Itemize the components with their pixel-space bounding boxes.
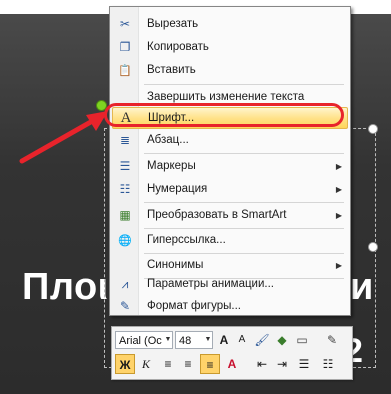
format-shape-icon: ✎	[119, 299, 131, 313]
submenu-arrow-icon: ▶	[335, 161, 343, 171]
menu-item-bullets[interactable]: ☰ Маркеры ▶	[112, 155, 348, 177]
copy-icon: ❐	[119, 40, 131, 54]
shrink-font-button[interactable]: A	[232, 330, 252, 350]
font-item-highlight-ring	[104, 103, 344, 127]
resize-handle-right[interactable]	[368, 242, 378, 252]
menu-item-copy[interactable]: ❐ Копировать	[112, 36, 348, 58]
submenu-arrow-icon: ▶	[335, 260, 343, 270]
menu-item-label: Абзац...	[147, 134, 189, 146]
format-brush-icon[interactable]: ✎	[322, 330, 342, 350]
hyperlink-icon: 🌐	[118, 234, 132, 247]
resize-handle-top-right[interactable]	[368, 124, 378, 134]
grow-font-button[interactable]: A	[214, 330, 234, 350]
outline-color-icon[interactable]: ▭	[292, 330, 312, 350]
menu-item-paste[interactable]: 📋 Вставить	[112, 59, 348, 81]
menu-item-label: Нумерация	[147, 183, 208, 195]
scissors-icon: ✂	[119, 17, 131, 31]
menu-item-label: Вставить	[147, 64, 196, 76]
red-arrow-annotation	[19, 111, 108, 164]
mini-toolbar: Arial (Ос ▼ 48 ▼ A A 🖌 ◆ ▭ ✎ Ж К ≡ ≡ ≡ A…	[111, 326, 353, 380]
menu-item-label: Формат фигуры...	[147, 300, 241, 312]
paste-icon: 📋	[118, 64, 132, 77]
menu-item-label: Преобразовать в SmartArt	[147, 209, 287, 221]
align-left-icon[interactable]: ≡	[158, 354, 178, 374]
font-name-dropdown-icon[interactable]: ▼	[163, 331, 173, 349]
menu-separator	[144, 153, 344, 154]
font-color-button[interactable]: A	[222, 354, 242, 374]
format-painter-icon[interactable]: 🖌	[252, 330, 272, 350]
bullets-icon: ☰	[119, 159, 131, 173]
menu-separator	[144, 202, 344, 203]
font-size-dropdown-icon[interactable]: ▼	[203, 331, 213, 349]
align-center-icon[interactable]: ≡	[178, 354, 198, 374]
align-right-icon[interactable]: ≡	[200, 354, 220, 374]
slide-title-fragment: Плоι	[22, 266, 109, 308]
menu-item-numbering[interactable]: ☷ Нумерация ▶	[112, 178, 348, 200]
bold-button[interactable]: Ж	[115, 354, 135, 374]
decrease-indent-icon[interactable]: ⇤	[252, 354, 272, 374]
menu-separator	[144, 84, 344, 85]
menu-item-paragraph[interactable]: ≣ Абзац...	[112, 129, 348, 151]
menu-item-hyperlink[interactable]: 🌐 Гиперссылка...	[112, 229, 348, 251]
paragraph-icon: ≣	[119, 133, 131, 147]
context-menu: ✂ Вырезать ❐ Копировать 📋 Вставить Завер…	[109, 6, 351, 316]
menu-item-label: Копировать	[147, 41, 209, 53]
smartart-icon: ▦	[119, 208, 131, 222]
submenu-arrow-icon: ▶	[335, 184, 343, 194]
menu-item-convert-smartart[interactable]: ▦ Преобразовать в SmartArt ▶	[112, 204, 348, 226]
menu-item-format-shape[interactable]: ✎ Формат фигуры...	[112, 295, 348, 317]
numbering-icon: ☷	[119, 182, 131, 196]
numbering-icon[interactable]: ☷	[318, 354, 338, 374]
menu-item-label: Гиперссылка...	[147, 234, 226, 246]
animation-icon: ⩘	[121, 276, 129, 291]
menu-item-label: Завершить изменение текста	[147, 91, 305, 103]
menu-item-cut[interactable]: ✂ Вырезать	[112, 13, 348, 35]
bullets-icon[interactable]: ☰	[294, 354, 314, 374]
menu-item-label: Синонимы	[147, 259, 204, 271]
menu-item-animation-settings[interactable]: ⩘ Параметры анимации...	[112, 273, 348, 295]
menu-item-label: Маркеры	[147, 160, 196, 172]
menu-item-label: Параметры анимации...	[147, 278, 274, 290]
italic-button[interactable]: К	[136, 354, 156, 374]
fill-color-icon[interactable]: ◆	[272, 330, 292, 350]
menu-item-label: Вырезать	[147, 18, 199, 30]
submenu-arrow-icon: ▶	[335, 210, 343, 220]
increase-indent-icon[interactable]: ⇥	[272, 354, 292, 374]
